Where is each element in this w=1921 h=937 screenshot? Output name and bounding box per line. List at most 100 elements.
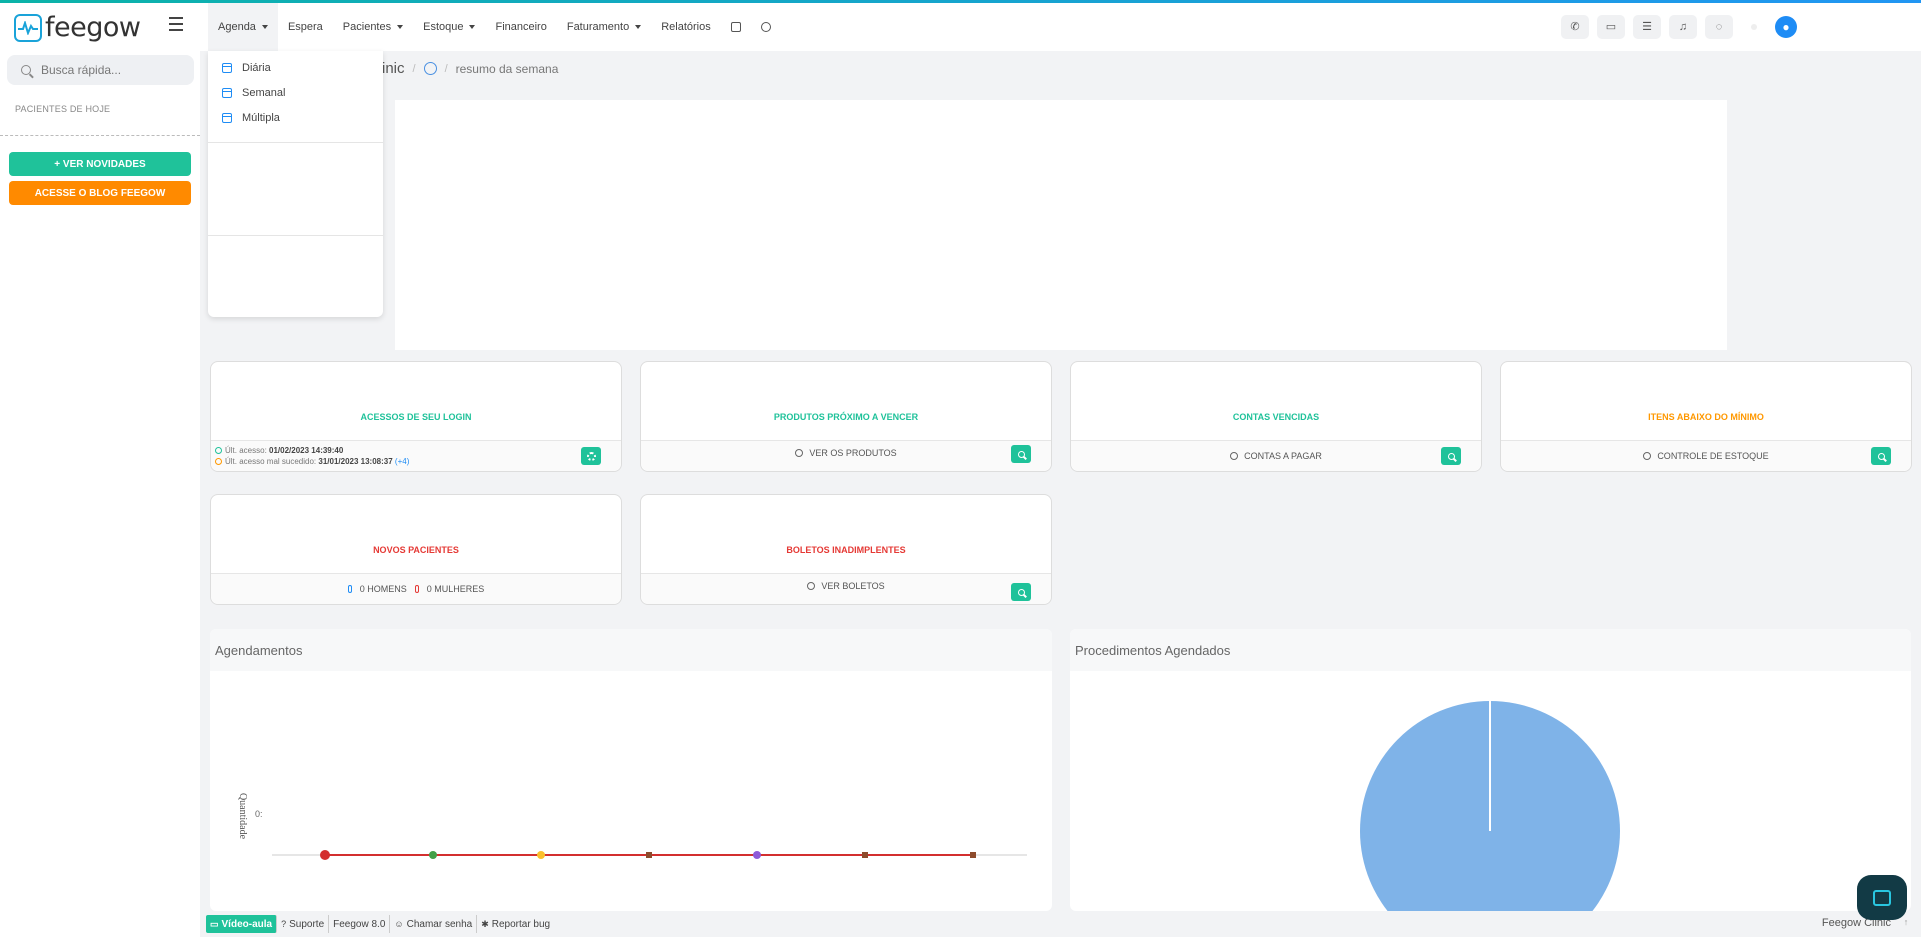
ver-produtos-link[interactable]: VER OS PRODUTOS xyxy=(809,448,896,458)
controle-estoque-link[interactable]: CONTROLE DE ESTOQUE xyxy=(1657,451,1768,461)
main-nav: Agenda Espera Pacientes Estoque Financei… xyxy=(208,3,781,51)
card-produtos-vencer: PRODUTOS PRÓXIMO A VENCER VER OS PRODUTO… xyxy=(640,361,1052,472)
user-icon: ● xyxy=(1782,20,1790,34)
ver-boletos-link[interactable]: VER BOLETOS xyxy=(821,581,884,591)
nav-pacientes[interactable]: Pacientes xyxy=(333,3,413,51)
card-itens-minimo: ITENS ABAIXO DO MÍNIMO CONTROLE DE ESTOQ… xyxy=(1500,361,1912,472)
pacientes-hoje-label: PACIENTES DE HOJE xyxy=(15,104,111,114)
y-tick-label: 0: xyxy=(255,809,263,819)
search-contas-button[interactable] xyxy=(1441,447,1461,465)
version-text: Feegow 8.0 xyxy=(333,918,386,930)
pie-marks xyxy=(1360,701,1620,911)
breadcrumb-current: resumo da semana xyxy=(455,61,559,76)
video-icon: ▭ xyxy=(210,918,219,929)
nav-settings[interactable] xyxy=(751,3,781,51)
data-point[interactable] xyxy=(753,851,761,859)
gear-icon xyxy=(760,22,771,32)
nav-relatorios-label: Relatórios xyxy=(661,21,711,33)
failed-access-extra-link[interactable]: (+4) xyxy=(395,457,409,466)
search-input[interactable] xyxy=(41,63,181,77)
menu-item-diaria[interactable]: Diária xyxy=(208,55,383,80)
data-point[interactable] xyxy=(320,850,330,860)
breadcrumb-clinic[interactable]: inic xyxy=(382,60,405,77)
nav-estoque[interactable]: Estoque xyxy=(413,3,485,51)
breadcrumb-separator: / xyxy=(412,62,416,75)
footer-bar: ▭ Vídeo-aula ? Suporte Feegow 8.0 ☺ Chamar … xyxy=(200,911,1921,937)
calendar-icon xyxy=(222,112,232,123)
chat-button[interactable]: ◌ xyxy=(1705,15,1733,39)
menu-item-label: Múltipla xyxy=(242,111,280,124)
nav-agenda[interactable]: Agenda xyxy=(208,3,278,51)
top-right-toolbar: ✆ ▭ ☰ ♫ ◌ ● xyxy=(1561,15,1797,39)
menu-divider xyxy=(208,142,383,143)
data-point[interactable] xyxy=(537,851,545,859)
suporte-button[interactable]: ? Suporte xyxy=(277,915,330,933)
inbox-button[interactable]: ▭ xyxy=(1597,15,1625,39)
search-icon xyxy=(21,65,31,75)
calendar-icon xyxy=(222,87,232,98)
menu-item-multipla[interactable]: Múltipla xyxy=(208,105,383,130)
data-point[interactable] xyxy=(646,852,652,858)
menu-item-semanal[interactable]: Semanal xyxy=(208,80,383,105)
checklist-button[interactable]: ☰ xyxy=(1633,15,1661,39)
hamburger-icon[interactable] xyxy=(169,17,183,31)
logo[interactable]: feegow xyxy=(14,12,141,43)
reportar-bug-label: Reportar bug xyxy=(491,918,551,930)
sidebar-divider xyxy=(0,135,200,136)
search-estoque-button[interactable] xyxy=(1871,447,1891,465)
search-icon xyxy=(1017,450,1025,458)
failed-access-line: Últ. acesso mal sucedido: 31/01/2023 13:… xyxy=(215,457,621,466)
chat-widget-button[interactable] xyxy=(1857,875,1907,920)
quick-search xyxy=(7,55,194,85)
calendar-icon xyxy=(222,62,232,73)
male-icon xyxy=(347,585,352,593)
data-point[interactable] xyxy=(429,851,437,859)
panel-procedimentos: Procedimentos Agendados xyxy=(1070,629,1911,911)
search-produtos-button[interactable] xyxy=(1011,445,1031,463)
nav-espera[interactable]: Espera xyxy=(278,3,333,51)
data-point[interactable] xyxy=(862,852,868,858)
search-icon xyxy=(1877,452,1885,460)
info-icon xyxy=(795,449,804,457)
procedimentos-chart xyxy=(1360,701,1620,911)
failed-access-label: Últ. acesso mal sucedido: xyxy=(225,457,317,466)
people-icon: ☺ xyxy=(394,919,404,929)
nav-faturamento[interactable]: Faturamento xyxy=(557,3,651,51)
card-footer: CONTROLE DE ESTOQUE xyxy=(1501,440,1911,471)
reportar-bug-button[interactable]: ✱ Reportar bug xyxy=(477,915,554,933)
scroll-up-icon[interactable]: ↑ xyxy=(1899,917,1913,931)
phone-button[interactable]: ✆ xyxy=(1561,15,1589,39)
blog-feegow-button[interactable]: ACESSE O BLOG FEEGOW xyxy=(9,181,191,205)
contas-pagar-link[interactable]: CONTAS A PAGAR xyxy=(1244,451,1322,461)
caret-down-icon xyxy=(261,25,268,29)
gear-icon xyxy=(586,451,596,461)
ver-novidades-button[interactable]: + VER NOVIDADES xyxy=(9,152,191,176)
search-boletos-button[interactable] xyxy=(1011,583,1031,601)
nav-faturamento-label: Faturamento xyxy=(566,21,630,33)
video-aula-label: Vídeo-aula xyxy=(221,918,273,930)
panel-title: Procedimentos Agendados xyxy=(1070,629,1911,671)
nav-database[interactable] xyxy=(721,3,751,51)
bell-icon: ♫ xyxy=(1678,20,1688,33)
female-icon xyxy=(414,585,419,593)
chamar-senha-button[interactable]: ☺ Chamar senha xyxy=(390,915,478,933)
card-title: PRODUTOS PRÓXIMO A VENCER xyxy=(773,412,919,422)
nav-relatorios[interactable]: Relatórios xyxy=(651,3,721,51)
card-footer: 0 HOMENS 0 MULHERES xyxy=(211,573,621,604)
video-aula-button[interactable]: ▭ Vídeo-aula xyxy=(206,915,278,933)
avatar[interactable]: ● xyxy=(1775,16,1797,38)
caret-down-icon xyxy=(635,25,642,29)
y-axis-label: Quantidade xyxy=(237,793,248,840)
last-access-line: Últ. acesso: 01/02/2023 14:39:40 xyxy=(215,446,621,455)
inbox-icon: ▭ xyxy=(1605,20,1617,33)
notifications-button[interactable]: ♫ xyxy=(1669,15,1697,39)
settings-button[interactable] xyxy=(581,447,601,465)
breadcrumb-separator: / xyxy=(444,62,448,75)
data-point[interactable] xyxy=(970,852,976,858)
checklist-icon: ☰ xyxy=(1642,20,1652,33)
card-footer: VER OS PRODUTOS xyxy=(641,440,1051,471)
panel-title: Agendamentos xyxy=(210,629,1052,671)
nav-financeiro[interactable]: Financeiro xyxy=(485,3,556,51)
caret-down-icon xyxy=(397,25,404,29)
nav-espera-label: Espera xyxy=(287,21,323,33)
